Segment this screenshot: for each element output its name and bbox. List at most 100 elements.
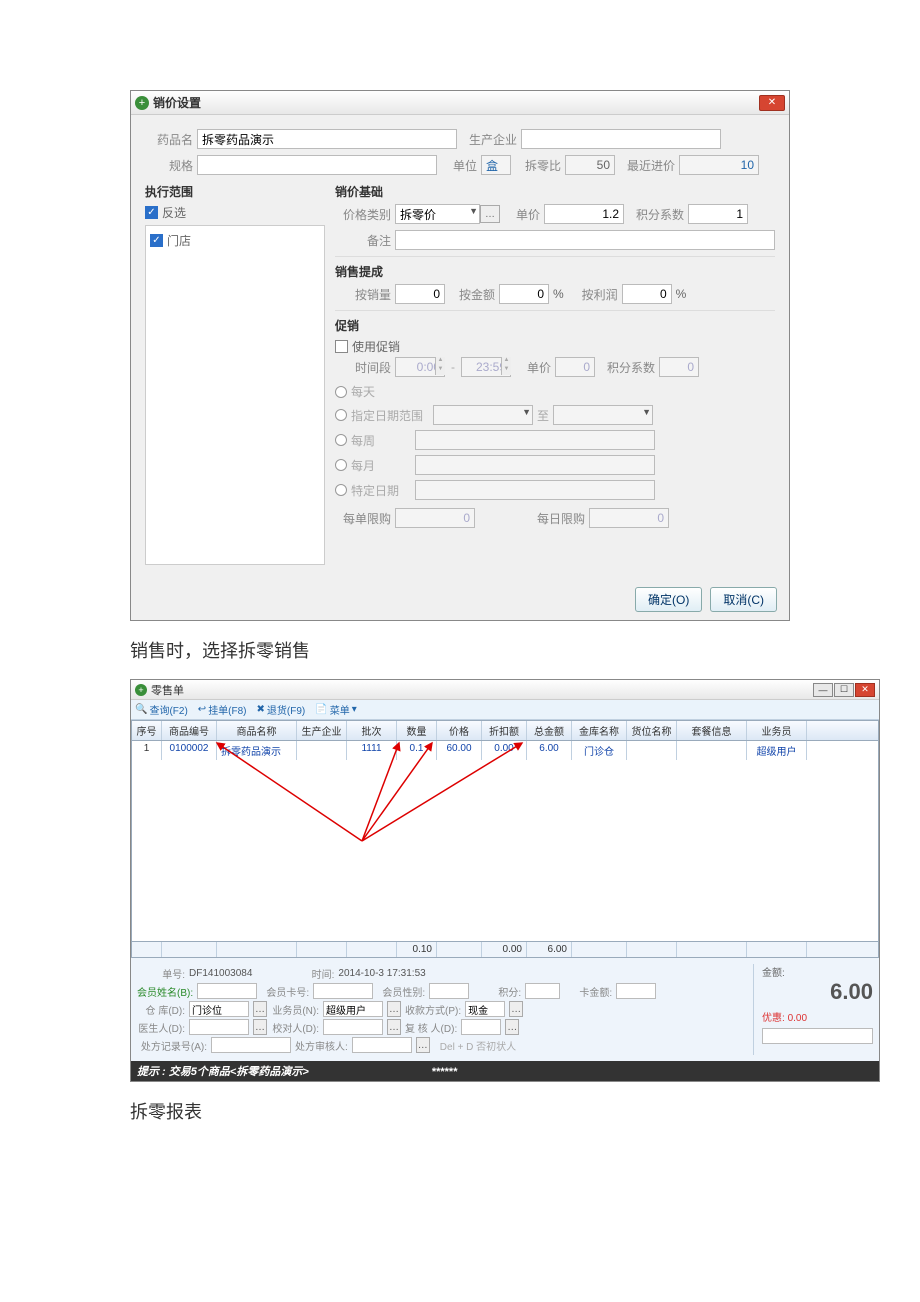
caption-2: 拆零报表 xyxy=(130,1098,790,1124)
invert-checkbox[interactable]: ✓ 反选 xyxy=(145,204,325,221)
range-from-input xyxy=(433,405,533,425)
toolbar-pending[interactable]: ↩挂单(F8) xyxy=(198,702,247,717)
invert-label: 反选 xyxy=(162,204,186,221)
pricetype-combo[interactable]: ▼ xyxy=(395,204,480,224)
membername-input[interactable] xyxy=(197,983,257,999)
lastprice-label: 最近进价 xyxy=(615,157,675,174)
paytype-input[interactable] xyxy=(465,1001,505,1017)
orderno-value: DF141003084 xyxy=(189,968,252,979)
browse-button[interactable]: … xyxy=(253,1019,267,1035)
promo-pointfactor-label: 积分系数 xyxy=(595,359,655,376)
col-loc[interactable]: 货位名称 xyxy=(627,721,677,740)
wh-input[interactable] xyxy=(189,1001,249,1017)
col-combo[interactable]: 套餐信息 xyxy=(677,721,747,740)
mfg-input[interactable] xyxy=(521,129,721,149)
checker-input[interactable] xyxy=(323,1019,383,1035)
col-sales[interactable]: 业务员 xyxy=(747,721,807,740)
radio-daterange[interactable]: 指定日期范围 ▼ 至 ▼ xyxy=(335,405,775,425)
dept-hint: Del + D 否初状人 xyxy=(440,1038,516,1053)
close-icon[interactable]: ✕ xyxy=(855,683,875,697)
grid-header: 序号 商品编号 商品名称 生产企业 批次 数量 价格 折扣额 总金额 金库名称 … xyxy=(132,721,878,741)
pointfactor-input[interactable] xyxy=(688,204,748,224)
window-controls: — ☐ ✕ xyxy=(813,683,875,697)
col-disc[interactable]: 折扣额 xyxy=(482,721,527,740)
browse-button[interactable]: … xyxy=(387,1001,401,1017)
toolbar-menu[interactable]: 📄菜单▾ xyxy=(315,702,356,717)
byprofit-label: 按利润 xyxy=(568,286,618,303)
time-to-spinner[interactable]: ▲▼ xyxy=(461,357,511,377)
ok-button[interactable]: 确定(O) xyxy=(635,587,702,612)
toolbar-void[interactable]: ✖退货(F9) xyxy=(257,702,306,717)
perorder-label: 每单限购 xyxy=(335,510,391,527)
browse-button[interactable]: … xyxy=(509,1001,523,1017)
browse-button[interactable]: … xyxy=(387,1019,401,1035)
radio-specific[interactable]: 特定日期 xyxy=(335,480,775,500)
check-icon xyxy=(335,340,348,353)
doctor-label: 医生人(D): xyxy=(137,1020,185,1035)
spec-input[interactable] xyxy=(197,155,437,175)
browse-button[interactable]: … xyxy=(505,1019,519,1035)
time-label: 时间: xyxy=(286,966,334,981)
unitprice-label: 单价 xyxy=(500,206,540,223)
bottom-extra-input[interactable] xyxy=(762,1028,873,1044)
remark-input[interactable] xyxy=(395,230,775,250)
col-mfg[interactable]: 生产企业 xyxy=(297,721,347,740)
commission-title: 销售提成 xyxy=(335,263,775,280)
maximize-icon[interactable]: ☐ xyxy=(834,683,854,697)
chevron-down-icon: ▼ xyxy=(522,407,531,417)
unit-input xyxy=(481,155,511,175)
col-name[interactable]: 商品名称 xyxy=(217,721,297,740)
col-qty[interactable]: 数量 xyxy=(397,721,437,740)
foot-total: 6.00 xyxy=(527,942,572,957)
byqty-input[interactable] xyxy=(395,284,445,304)
monthly-input xyxy=(415,455,655,475)
cardamt-input[interactable] xyxy=(616,983,656,999)
rxno-input[interactable] xyxy=(211,1037,291,1053)
perday-input xyxy=(589,508,669,528)
browse-button[interactable]: … xyxy=(253,1001,267,1017)
radio-weekly[interactable]: 每周 xyxy=(335,430,775,450)
radio-daily[interactable]: 每天 xyxy=(335,383,775,400)
promo-unitprice-input xyxy=(555,357,595,377)
toolbar-query[interactable]: 🔍查询(F2) xyxy=(135,702,188,717)
cancel-button[interactable]: 取消(C) xyxy=(710,587,777,612)
wh-label: 仓 库(D): xyxy=(137,1002,185,1017)
byamt-input[interactable] xyxy=(499,284,549,304)
time-from-spinner[interactable]: ▲▼ xyxy=(395,357,445,377)
membertype-input[interactable] xyxy=(429,983,469,999)
points-input[interactable] xyxy=(525,983,560,999)
radio-monthly[interactable]: 每月 xyxy=(335,455,775,475)
enable-promo-checkbox[interactable]: 使用促销 xyxy=(335,338,775,355)
browse-button[interactable]: … xyxy=(416,1037,430,1053)
unitprice-input[interactable] xyxy=(544,204,624,224)
col-price[interactable]: 价格 xyxy=(437,721,482,740)
reviewer-input[interactable] xyxy=(461,1019,501,1035)
remark-label: 备注 xyxy=(335,232,391,249)
close-icon[interactable]: ✕ xyxy=(759,95,785,111)
amount-label: 金额: xyxy=(762,964,873,979)
col-total[interactable]: 总金额 xyxy=(527,721,572,740)
dialog-title: 销价设置 xyxy=(153,94,759,111)
membercard-input[interactable] xyxy=(313,983,373,999)
drugname-input[interactable] xyxy=(197,129,457,149)
byprofit-input[interactable] xyxy=(622,284,672,304)
toolbar: 🔍查询(F2) ↩挂单(F8) ✖退货(F9) 📄菜单▾ xyxy=(131,700,879,720)
store-checkbox[interactable]: ✓ 门店 xyxy=(150,232,320,249)
caption-1: 销售时，选择拆零销售 xyxy=(130,637,790,663)
rxchecker-input[interactable] xyxy=(352,1037,412,1053)
to-label: 至 xyxy=(537,407,549,424)
doctor-input[interactable] xyxy=(189,1019,249,1035)
unit-label: 单位 xyxy=(437,157,477,174)
grid-row[interactable]: 1 0100002 拆零药品演示 1111 0.1 60.00 0.00 6.0… xyxy=(132,741,878,760)
pointfactor-label: 积分系数 xyxy=(624,206,684,223)
browse-button[interactable]: … xyxy=(480,205,500,223)
minimize-icon[interactable]: — xyxy=(813,683,833,697)
col-wh[interactable]: 金库名称 xyxy=(572,721,627,740)
col-batch[interactable]: 批次 xyxy=(347,721,397,740)
salesman-input[interactable] xyxy=(323,1001,383,1017)
percent-suffix: % xyxy=(553,287,564,301)
col-seq[interactable]: 序号 xyxy=(132,721,162,740)
col-code[interactable]: 商品编号 xyxy=(162,721,217,740)
membername-label: 会员姓名(B): xyxy=(137,984,193,999)
range-to-input xyxy=(553,405,653,425)
